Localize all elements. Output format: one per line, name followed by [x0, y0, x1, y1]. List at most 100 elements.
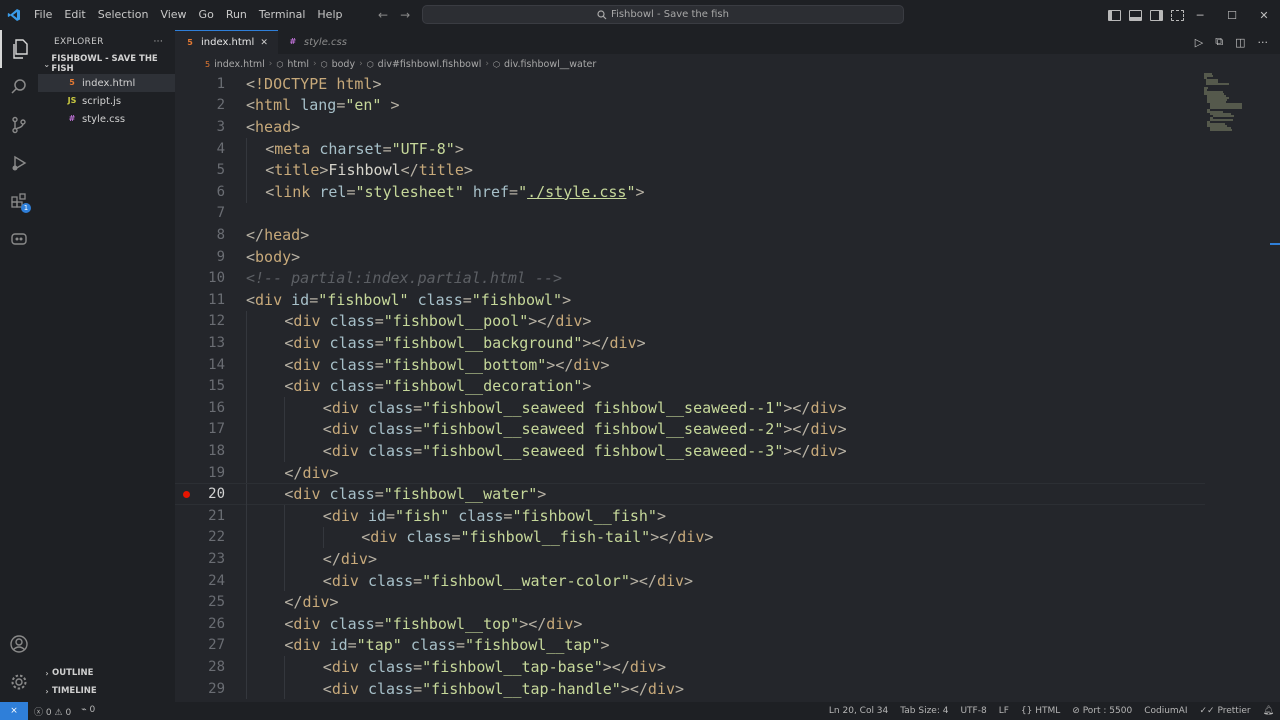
code-line[interactable]: 22 <div class="fishbowl__fish-tail"></div…: [175, 526, 1205, 549]
menu-item-selection[interactable]: Selection: [92, 0, 155, 30]
code-line[interactable]: 14 <div class="fishbowl__bottom"></div>: [175, 353, 1205, 376]
code-line[interactable]: 13 <div class="fishbowl__background"></di…: [175, 332, 1205, 354]
menu-item-run[interactable]: Run: [220, 0, 253, 30]
toggle-panel-icon[interactable]: [1129, 9, 1142, 21]
problems-indicator[interactable]: ⓧ 0 ⚠ 0: [34, 705, 71, 718]
code-line[interactable]: 24 <div class="fishbowl__water-color"></d…: [175, 569, 1205, 592]
code-text: <div id="fish" class="fishbowl__fish">: [323, 507, 666, 525]
back-arrow-icon[interactable]: ←: [378, 8, 388, 22]
code-line[interactable]: 21 <div id="fish" class="fishbowl__fish">: [175, 505, 1205, 527]
forward-arrow-icon[interactable]: →: [400, 8, 410, 22]
code-line[interactable]: 10 <!-- partial:index.partial.html -->: [175, 267, 1205, 289]
language-mode[interactable]: {} HTML: [1015, 706, 1066, 716]
line-number: 1: [216, 75, 225, 92]
toggle-secondary-sidebar-icon[interactable]: [1150, 9, 1163, 21]
code-line[interactable]: 4 <meta charset="UTF-8">: [175, 137, 1205, 160]
breadcrumb-item[interactable]: body: [332, 59, 356, 70]
ports-indicator[interactable]: ⌁ 0: [81, 705, 95, 718]
code-line[interactable]: 29 <div class="fishbowl__tap-handle"></di…: [175, 677, 1205, 700]
minimap[interactable]: [1200, 73, 1270, 133]
source-control-icon[interactable]: [0, 106, 38, 144]
outline-section[interactable]: › OUTLINE: [38, 664, 175, 682]
breadcrumb-item[interactable]: div#fishbowl.fishbowl: [378, 59, 482, 70]
code-line[interactable]: 11 <div id="fishbowl" class="fishbowl">: [175, 289, 1205, 311]
tab-size[interactable]: Tab Size: 4: [894, 706, 954, 716]
indent-guide: [246, 656, 247, 678]
menu-item-view[interactable]: View: [154, 0, 192, 30]
code-line[interactable]: 23 </div>: [175, 548, 1205, 570]
customize-layout-icon[interactable]: [1171, 9, 1184, 21]
end-of-line[interactable]: LF: [993, 706, 1015, 716]
file-item-script-js[interactable]: JS script.js: [38, 92, 175, 110]
code-line[interactable]: 5 <title>Fishbowl</title>: [175, 159, 1205, 181]
search-icon[interactable]: [0, 68, 38, 106]
code-line[interactable]: 6 <link rel="stylesheet" href="./style.cs…: [175, 181, 1205, 203]
run-icon[interactable]: ▷: [1195, 36, 1203, 49]
indent-guide: [246, 440, 247, 462]
code-line[interactable]: 2 <html lang="en" >: [175, 95, 1205, 117]
settings-gear-icon[interactable]: [0, 663, 38, 701]
command-center-search[interactable]: Fishbowl - Save the fish: [422, 5, 904, 24]
html-file-icon: 5: [69, 78, 75, 87]
file-item-style-css[interactable]: # style.css: [38, 110, 175, 128]
encoding[interactable]: UTF-8: [954, 706, 992, 716]
account-icon[interactable]: [0, 625, 38, 663]
code-token: div: [573, 355, 601, 374]
more-actions-icon[interactable]: ···: [154, 37, 163, 47]
code-line[interactable]: 19 </div>: [175, 461, 1205, 484]
prettier-status[interactable]: ✓✓ Prettier: [1194, 706, 1257, 716]
minimize-icon[interactable]: ─: [1184, 9, 1216, 22]
code-line[interactable]: 17 <div class="fishbowl__seaweed fishbowl…: [175, 418, 1205, 441]
menu-item-edit[interactable]: Edit: [58, 0, 91, 30]
code-token: id: [329, 636, 348, 655]
project-folder-header[interactable]: ⌄ FISHBOWL - SAVE THE FISH: [38, 54, 175, 74]
more-actions-icon[interactable]: ···: [1258, 36, 1269, 49]
code-line[interactable]: 15 <div class="fishbowl__decoration">: [175, 375, 1205, 397]
menu-item-go[interactable]: Go: [193, 0, 220, 30]
code-line[interactable]: 7: [175, 203, 1205, 225]
code-line[interactable]: 3 <head>: [175, 116, 1205, 138]
code-line[interactable]: 8 </head>: [175, 224, 1205, 246]
codiumai-status[interactable]: CodiumAI: [1138, 706, 1193, 716]
notifications-bell-icon[interactable]: 🔔︎: [1257, 706, 1280, 716]
explorer-icon[interactable]: [0, 30, 38, 68]
line-number: 29: [208, 680, 225, 697]
close-window-icon[interactable]: ✕: [1248, 9, 1280, 22]
file-item-index-html[interactable]: 5 index.html: [38, 74, 175, 92]
timeline-section[interactable]: › TIMELINE: [38, 682, 175, 700]
code-line[interactable]: 9 <body>: [175, 246, 1205, 268]
explorer-sidebar: EXPLORER ··· ⌄ FISHBOWL - SAVE THE FISH …: [38, 30, 175, 702]
code-line[interactable]: 27 <div id="tap" class="fishbowl__tap">: [175, 634, 1205, 657]
code-line[interactable]: 26 <div class="fishbowl__top"></div>: [175, 613, 1205, 635]
close-tab-icon[interactable]: ✕: [260, 38, 268, 48]
maximize-icon[interactable]: ☐: [1216, 9, 1248, 22]
cursor-position[interactable]: Ln 20, Col 34: [823, 706, 894, 716]
remote-indicator-icon[interactable]: ⨯: [0, 702, 28, 720]
open-preview-icon[interactable]: ⧉: [1215, 35, 1223, 49]
breadcrumb-item[interactable]: div.fishbowl__water: [504, 59, 596, 70]
run-and-debug-icon[interactable]: [0, 144, 38, 182]
code-line[interactable]: 1 <!DOCTYPE html>: [175, 73, 1205, 95]
tab-style-css[interactable]: # style.css: [278, 30, 357, 54]
code-line[interactable]: 18 <div class="fishbowl__seaweed fishbowl…: [175, 440, 1205, 462]
split-editor-icon[interactable]: ◫: [1235, 36, 1245, 49]
code-token: ></: [620, 679, 648, 698]
code-line[interactable]: 28 <div class="fishbowl__tap-base"></div>: [175, 656, 1205, 678]
remote-explorer-icon[interactable]: [0, 220, 38, 258]
code-line[interactable]: 12 <div class="fishbowl__pool"></div>: [175, 310, 1205, 333]
code-line[interactable]: 25 </div>: [175, 591, 1205, 613]
live-server-port[interactable]: ⊘ Port : 5500: [1066, 706, 1138, 716]
breadcrumb-item[interactable]: index.html: [214, 59, 265, 70]
menu-item-file[interactable]: File: [28, 0, 58, 30]
code-editor[interactable]: 1 <!DOCTYPE html> 2 <html lang="en" >3 <head…: [175, 73, 1205, 702]
menu-item-help[interactable]: Help: [311, 0, 348, 30]
indent-guide: [246, 353, 247, 376]
code-line[interactable]: 16 <div class="fishbowl__seaweed fishbowl…: [175, 397, 1205, 419]
breadcrumb-item[interactable]: html: [287, 59, 309, 70]
code-line[interactable]: 20 <div class="fishbowl__water">: [175, 483, 1205, 506]
toggle-primary-sidebar-icon[interactable]: [1108, 9, 1121, 21]
code-text: <div class="fishbowl__fish-tail"></div>: [361, 528, 713, 546]
extensions-icon[interactable]: 1: [0, 182, 38, 220]
tab-index-html[interactable]: 5 index.html ✕: [175, 30, 278, 54]
menu-item-terminal[interactable]: Terminal: [253, 0, 312, 30]
